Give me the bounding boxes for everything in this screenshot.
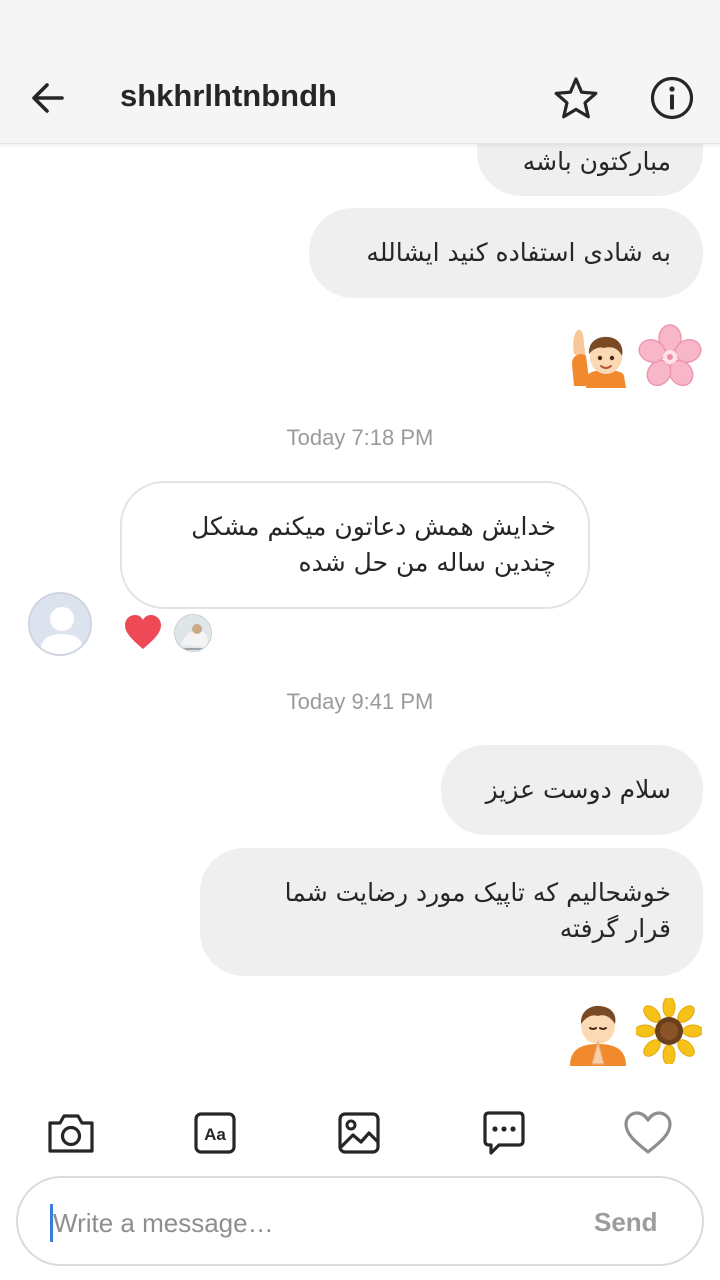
message-text: به شادی استفاده کنید ایشالله xyxy=(366,238,671,267)
reaction-heart[interactable] xyxy=(122,612,164,652)
favorite-button[interactable] xyxy=(550,72,602,124)
arrow-left-icon xyxy=(32,83,64,113)
heart-outline-icon xyxy=(624,1111,672,1154)
message-composer: Send xyxy=(16,1176,704,1266)
emoji-message[interactable] xyxy=(566,998,702,1068)
camera-icon xyxy=(48,1114,94,1153)
sunflower-emoji xyxy=(636,998,702,1064)
message-bubble-incoming[interactable]: خدایش همش دعاتون میکنم مشکل چندین ساله م… xyxy=(120,481,590,609)
pink-flower-emoji xyxy=(638,324,702,387)
raising-hand-boy-emoji xyxy=(572,329,626,388)
timestamp: Today 9:41 PM xyxy=(286,689,434,714)
chat-header: shkhrlhtnbndh xyxy=(0,52,720,144)
text-style-icon: Aa xyxy=(194,1112,236,1154)
send-button[interactable]: Send xyxy=(594,1207,658,1238)
reactor-photo-icon xyxy=(175,615,211,651)
star-outline-icon xyxy=(554,77,598,119)
like-button[interactable] xyxy=(621,1106,675,1160)
conversation-title[interactable]: shkhrlhtnbndh xyxy=(120,78,337,114)
gallery-button[interactable] xyxy=(332,1106,386,1160)
message-text: مبارکتون باشه xyxy=(522,147,671,176)
message-text-line: خدایش همش دعاتون میکنم مشکل xyxy=(191,512,556,541)
message-text: سلام دوست عزیز xyxy=(485,775,671,804)
timestamp: Today 7:18 PM xyxy=(286,425,434,450)
message-text-line: چندین ساله من حل شده xyxy=(298,548,556,577)
message-input[interactable] xyxy=(50,1204,530,1242)
info-circle-icon xyxy=(650,76,694,120)
message-bubble-outgoing[interactable]: سلام دوست عزیز xyxy=(441,745,703,835)
chat-options-button[interactable] xyxy=(477,1106,531,1160)
message-text-line: قرار گرفته xyxy=(559,914,671,943)
message-text-line: خوشحالیم که تاپیک مورد رضایت شما xyxy=(284,878,671,907)
reactor-avatar[interactable] xyxy=(174,614,212,652)
message-thread[interactable]: مبارکتون باشه به شادی استفاده کنید ایشال… xyxy=(0,144,720,1088)
sender-avatar[interactable] xyxy=(28,592,92,656)
status-bar xyxy=(0,0,720,52)
message-bubble-outgoing[interactable]: خوشحالیم که تاپیک مورد رضایت شما قرار گر… xyxy=(200,848,703,976)
message-bubble-outgoing[interactable]: مبارکتون باشه xyxy=(477,144,703,196)
message-bubble-outgoing[interactable]: به شادی استفاده کنید ایشالله xyxy=(309,208,703,298)
composer-toolbar: Aa xyxy=(0,1098,720,1168)
svg-text:Aa: Aa xyxy=(204,1125,226,1144)
camera-button[interactable] xyxy=(44,1106,98,1160)
text-style-button[interactable]: Aa xyxy=(188,1106,242,1160)
red-heart-icon xyxy=(125,615,161,649)
back-button[interactable] xyxy=(24,74,72,122)
praying-boy-emoji xyxy=(570,1005,626,1066)
gallery-icon xyxy=(338,1112,380,1154)
default-user-icon xyxy=(40,607,84,654)
chat-bubble-icon xyxy=(483,1111,525,1155)
emoji-message[interactable] xyxy=(568,324,702,388)
info-button[interactable] xyxy=(646,72,698,124)
